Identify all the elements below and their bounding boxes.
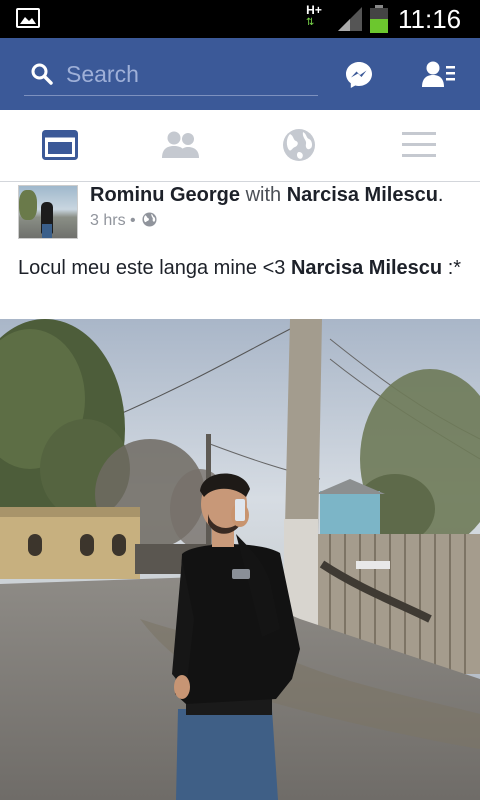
privacy-public-icon xyxy=(142,212,157,227)
feed-post: Rominu George with Narcisa Milescu. 3 hr… xyxy=(0,183,480,800)
friend-requests-icon[interactable] xyxy=(422,60,456,88)
tab-notifications[interactable] xyxy=(240,110,360,182)
header-period: . xyxy=(437,184,444,206)
author-name[interactable]: Rominu George xyxy=(90,184,240,206)
tagged-friend-name[interactable]: Narcisa Milescu xyxy=(287,184,438,206)
clock: 11:16 xyxy=(398,4,462,34)
battery-icon xyxy=(370,5,388,33)
data-arrows-icon: ⇅ xyxy=(306,17,315,28)
app-header: Search xyxy=(0,38,480,110)
tab-news-feed[interactable] xyxy=(0,110,120,182)
post-text-tag[interactable]: Narcisa Milescu xyxy=(291,257,442,279)
post-photo[interactable] xyxy=(0,319,480,800)
meta-separator: • xyxy=(130,212,136,229)
with-word: with xyxy=(245,184,282,206)
post-text: Locul meu este langa mine <3 Narcisa Mil… xyxy=(18,255,468,281)
globe-icon xyxy=(283,129,315,161)
signal-icon xyxy=(338,7,362,31)
news-feed-icon xyxy=(42,130,78,160)
network-type-label: H+ xyxy=(306,3,322,17)
photo-scene xyxy=(0,319,480,800)
author-avatar[interactable] xyxy=(18,185,78,239)
friends-icon xyxy=(162,131,199,158)
hamburger-menu-icon xyxy=(402,132,436,157)
search-icon xyxy=(31,63,53,85)
status-bar: H+ ⇅ 11:16 xyxy=(0,0,480,38)
tab-menu[interactable] xyxy=(360,110,480,182)
post-text-suffix: :* xyxy=(442,257,462,279)
tab-friends[interactable] xyxy=(120,110,240,182)
search-placeholder: Search xyxy=(66,61,139,87)
post-text-body: Locul meu este langa mine <3 xyxy=(18,257,291,279)
tab-bar xyxy=(0,110,480,182)
post-time[interactable]: 3 hrs xyxy=(90,212,126,229)
post-meta: 3 hrs • xyxy=(90,211,157,231)
search-bar[interactable]: Search xyxy=(24,52,318,96)
gallery-notification-icon xyxy=(16,8,40,28)
post-header: Rominu George with Narcisa Milescu. xyxy=(90,183,443,207)
messenger-icon[interactable] xyxy=(344,60,374,90)
